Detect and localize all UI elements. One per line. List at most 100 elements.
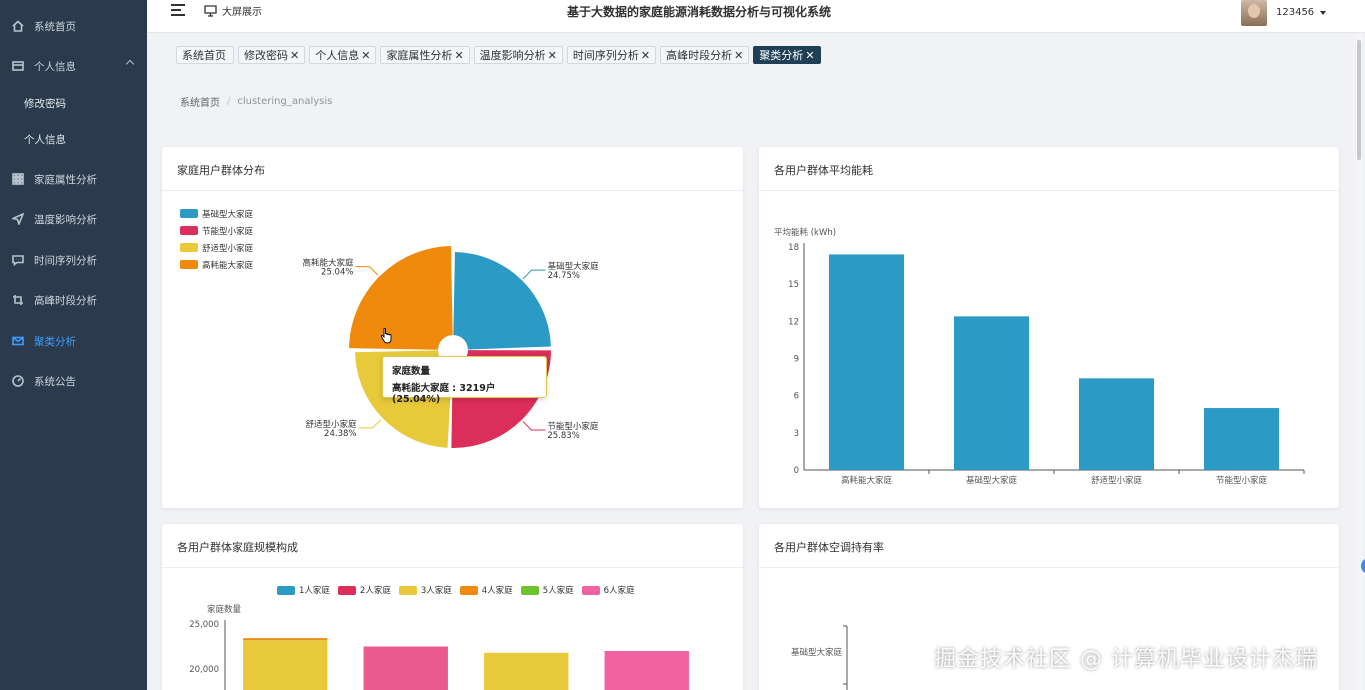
sidebar-item-household-attributes[interactable]: 家庭属性分析 (0, 159, 147, 199)
tag-label: 家庭属性分析 (386, 49, 453, 62)
pie-label-line (358, 419, 382, 429)
x-tick-label: 高耗能大家庭 (841, 475, 893, 486)
tag-home[interactable]: 系统首页 (176, 46, 234, 64)
tag-label: 个人信息 (315, 49, 360, 62)
sidebar-item-label: 高峰时段分析 (34, 294, 97, 307)
close-icon[interactable]: ✕ (734, 49, 743, 62)
y-tick-label: 9 (794, 355, 799, 365)
scrollbar-thumb[interactable] (1357, 40, 1361, 160)
grid-icon (11, 172, 25, 186)
mail-icon (11, 334, 25, 348)
tag-change-password[interactable]: 修改密码 ✕ (238, 46, 306, 64)
pie-label-line (522, 421, 546, 431)
sidebar-item-profile[interactable]: 个人信息 (0, 119, 147, 159)
tags-view: 系统首页 修改密码 ✕ 个人信息 ✕ 家庭属性分析 ✕ 温度影响分析 ✕ 时间序列分析 ✕… (176, 46, 821, 64)
tag-peak-hours[interactable]: 高峰时段分析 ✕ (660, 46, 750, 64)
pie-slice[interactable] (349, 246, 453, 350)
hand-cursor-icon (380, 328, 392, 344)
pie-chart: 基础型大家庭24.75%节能型小家庭25.83%舒适型小家庭24.38%高耗能大… (302, 246, 599, 448)
tag-temperature[interactable]: 温度影响分析 ✕ (473, 46, 563, 64)
sidebar-item-home[interactable]: 系统首页 (0, 6, 147, 46)
y-tick-label: 15 (788, 280, 799, 290)
tag-label: 时间序列分析 (572, 49, 639, 62)
bar[interactable] (829, 254, 904, 470)
tag-clustering[interactable]: 聚类分析 ✕ (753, 46, 821, 64)
bar[interactable] (1079, 378, 1154, 470)
tag-profile[interactable]: 个人信息 ✕ (309, 46, 377, 64)
bar[interactable] (1204, 408, 1279, 470)
sidebar-item-label: 温度影响分析 (34, 213, 97, 226)
chart-tooltip: 家庭数量 高耗能大家庭 : 3219户 (25.04%) (382, 356, 547, 405)
close-icon[interactable]: ✕ (641, 49, 650, 62)
sidebar-item-temperature[interactable]: 温度影响分析 (0, 199, 147, 239)
sidebar-item-clustering[interactable]: 聚类分析 (0, 321, 147, 361)
tooltip-title: 家庭数量 (392, 366, 431, 377)
sidebar-item-time-series[interactable]: 时间序列分析 (0, 240, 147, 280)
y-axis-label: 家庭数量 (207, 604, 242, 615)
y-tick-label: 0 (794, 466, 799, 476)
x-tick-label: 舒适型小家庭 (1091, 475, 1143, 486)
y-category-label: 基础型大家庭 (791, 647, 843, 658)
sidebar-item-label: 家庭属性分析 (34, 173, 97, 186)
profile-card-icon (11, 59, 25, 73)
home-icon (11, 19, 25, 33)
sidebar-item-announcements[interactable]: 系统公告 (0, 361, 147, 401)
avatar[interactable] (1241, 0, 1267, 26)
breadcrumb-current: clustering_analysis (237, 96, 333, 107)
stacked-bar-segment[interactable] (243, 640, 328, 690)
monitor-cart-icon (204, 4, 217, 17)
pie-label-line (522, 269, 546, 280)
y-tick-label: 18 (788, 243, 799, 253)
stacked-bar-segment[interactable] (243, 638, 328, 641)
sidebar: 系统首页 个人信息 修改密码 个人信息 家庭属性分析 温度影响分析 时间序列分析… (0, 0, 147, 690)
tag-household-attributes[interactable]: 家庭属性分析 ✕ (380, 46, 470, 64)
big-screen-label: 大屏展示 (222, 7, 262, 18)
stacked-bar-segment[interactable] (363, 646, 448, 690)
sidebar-item-label: 聚类分析 (34, 335, 76, 348)
bar-chart: 平均能耗 (kWh) 0 3 6 9 12 15 18 高耗能大家庭 基础型大家庭 舒适型小家庭 节能… (774, 227, 1305, 486)
close-icon[interactable]: ✕ (290, 49, 299, 62)
y-tick-label: 12 (788, 317, 799, 327)
pie-label-percent: 25.04% (321, 268, 353, 278)
y-axis-label: 平均能耗 (kWh) (774, 227, 836, 238)
close-icon[interactable]: ✕ (548, 49, 557, 62)
close-icon[interactable]: ✕ (454, 49, 463, 62)
tag-label: 修改密码 (244, 49, 288, 62)
watermark: 掘金技术社区 @ 计算机毕业设计杰瑞 (934, 647, 1318, 672)
y-tick-label: 25,000 (189, 620, 219, 630)
sidebar-item-label: 个人信息 (34, 60, 76, 73)
user-menu[interactable]: 123456 (1276, 7, 1327, 18)
hamburger-icon[interactable] (171, 4, 185, 16)
sidebar-item-profile-group[interactable]: 个人信息 (0, 46, 147, 86)
crop-icon (11, 293, 25, 307)
pie-label-percent: 25.83% (547, 431, 579, 441)
y-tick-label: 3 (794, 429, 799, 439)
sidebar-item-change-password[interactable]: 修改密码 (0, 83, 147, 123)
sidebar-item-label: 个人信息 (24, 133, 66, 146)
close-icon[interactable]: ✕ (805, 49, 814, 62)
close-icon[interactable]: ✕ (361, 49, 370, 62)
stacked-bar-segment[interactable] (484, 652, 569, 690)
caret-down-icon (1320, 10, 1327, 15)
stacked-bar-segment[interactable] (604, 651, 689, 690)
bar[interactable] (954, 316, 1029, 470)
send-icon (11, 212, 25, 226)
x-tick-label: 基础型大家庭 (966, 475, 1018, 486)
card-household-size: 各用户群体家庭规模构成 1人家庭 2人家庭 3人家庭 4人家庭 5人家庭 6人家… (162, 524, 743, 690)
pie-label-line (355, 266, 379, 276)
pie-slice[interactable] (453, 252, 551, 350)
x-tick-label: 节能型小家庭 (1216, 475, 1268, 486)
card-group-distribution: 家庭用户群体分布 基础型大家庭 节能型小家庭 舒适型小家庭 高耗能大家庭 基础型… (162, 147, 743, 508)
tag-time-series[interactable]: 时间序列分析 ✕ (566, 46, 657, 64)
chat-icon (11, 253, 25, 267)
breadcrumb: 系统首页 / clustering_analysis (180, 94, 332, 109)
username: 123456 (1276, 7, 1315, 18)
y-tick-label: 6 (794, 392, 799, 402)
big-screen-link[interactable]: 大屏展示 (204, 3, 262, 18)
sidebar-item-label: 时间序列分析 (34, 254, 97, 267)
sidebar-item-label: 系统公告 (34, 375, 76, 388)
sidebar-item-peak-hours[interactable]: 高峰时段分析 (0, 280, 147, 320)
y-tick-label: 20,000 (189, 665, 219, 675)
breadcrumb-home[interactable]: 系统首页 (180, 94, 220, 109)
pie-label-percent: 24.75% (548, 271, 580, 281)
